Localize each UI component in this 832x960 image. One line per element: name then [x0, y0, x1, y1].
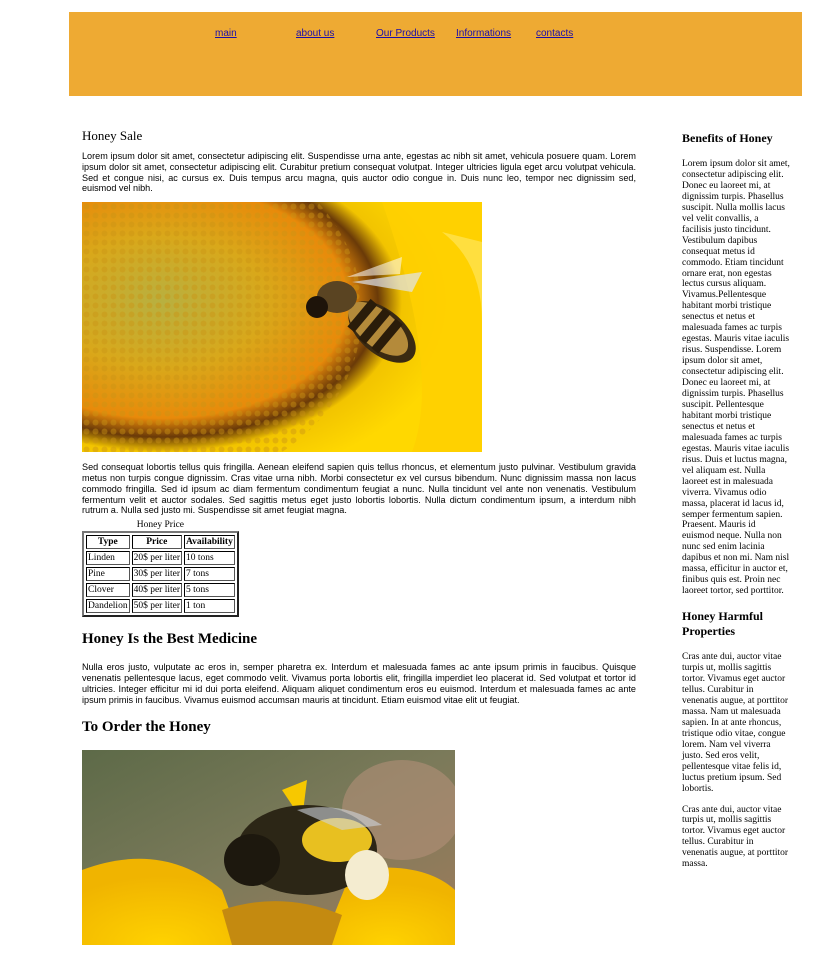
table-cell: 50$ per liter	[131, 599, 183, 614]
nav-link-about-us[interactable]: about us	[296, 28, 334, 39]
table-cell: Pine	[86, 567, 130, 582]
intro-paragraph: Lorem ipsum dolor sit amet, consectetur …	[82, 151, 636, 194]
sidebar: Benefits of Honey Lorem ipsum dolor sit …	[682, 131, 790, 880]
table-cell: 20$ per liter	[131, 551, 183, 566]
nav-link-our-products[interactable]: Our Products	[376, 28, 435, 39]
table-cell: Dandelion	[86, 599, 130, 614]
honey-price-table: Honey Price Type Price Availability Lind…	[82, 520, 239, 618]
table-cell: 5 tons	[184, 583, 235, 598]
bumblebee-on-flower-image	[82, 750, 455, 946]
page-title: Honey Sale	[82, 128, 143, 143]
table-cell: 10 tons	[184, 551, 235, 566]
table-cell: 30$ per liter	[131, 567, 183, 582]
bee-on-sunflower-image	[82, 202, 482, 453]
table-header-type: Type	[86, 535, 130, 550]
sidebar-text-benefits: Lorem ipsum dolor sit amet, consectetur …	[682, 159, 790, 597]
table-header-price: Price	[131, 535, 183, 550]
second-paragraph: Sed consequat lobortis tellus quis fring…	[82, 462, 636, 516]
table-cell: Linden	[86, 551, 130, 566]
nav-link-main[interactable]: main	[215, 28, 237, 39]
heading-order: To Order the Honey	[82, 719, 211, 736]
sidebar-text-harmful-2: Cras ante dui, auctor vitae turpis ut, m…	[682, 804, 789, 870]
table-row: Linden 20$ per liter 10 tons	[86, 551, 235, 566]
table-header-availability: Availability	[184, 535, 235, 550]
table-cell: 40$ per liter	[131, 583, 183, 598]
sidebar-heading-benefits: Benefits of Honey	[682, 131, 773, 145]
table-cell: 1 ton	[184, 599, 235, 614]
table-row: Clover 40$ per liter 5 tons	[86, 583, 235, 598]
table-row: Pine 30$ per liter 7 tons	[86, 567, 235, 582]
sidebar-heading-harmful: Honey Harmful Properties	[682, 609, 763, 639]
table-row: Dandelion 50$ per liter 1 ton	[86, 599, 235, 614]
header-bar	[69, 12, 802, 96]
table-cell: Clover	[86, 583, 130, 598]
main-content: Honey Sale Lorem ipsum dolor sit amet, c…	[82, 128, 636, 946]
heading-best-medicine: Honey Is the Best Medicine	[82, 631, 257, 648]
table-caption: Honey Price	[136, 520, 185, 531]
table-header-row: Type Price Availability	[86, 535, 235, 550]
third-paragraph: Nulla eros justo, vulputate ac eros in, …	[82, 662, 636, 705]
nav-link-contacts[interactable]: contacts	[536, 28, 573, 39]
sidebar-text-harmful: Cras ante dui, auctor vitae turpis ut, m…	[682, 652, 789, 794]
table-cell: 7 tons	[184, 567, 235, 582]
nav-link-informations[interactable]: Informations	[456, 28, 511, 39]
